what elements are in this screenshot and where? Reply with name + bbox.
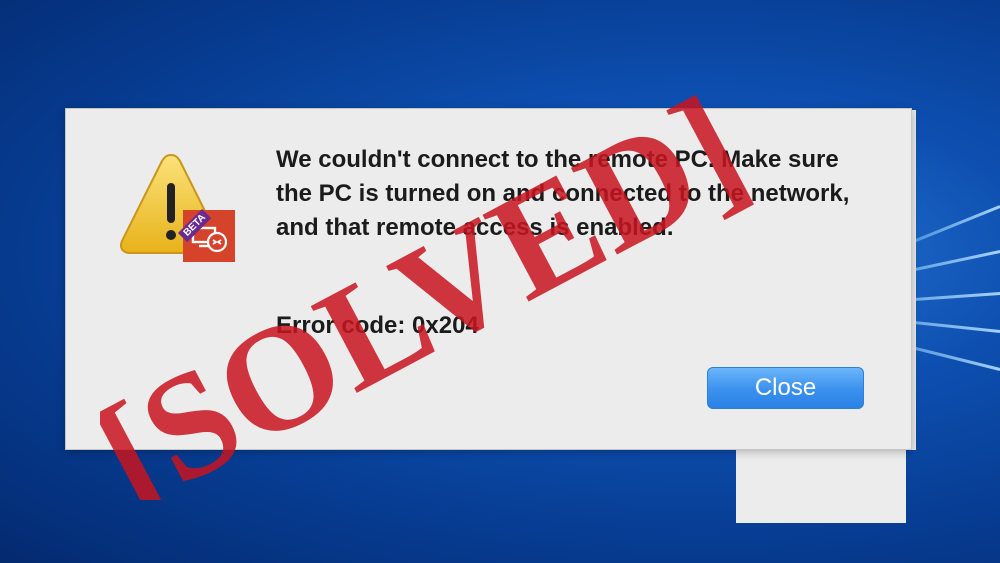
error-message: We couldn't connect to the remote PC. Ma…	[276, 146, 850, 241]
error-dialog: BETA We couldn't connect to the remote P…	[65, 108, 912, 450]
close-button[interactable]: Close	[707, 367, 864, 409]
error-code-text: Error code: 0x204	[276, 312, 479, 339]
